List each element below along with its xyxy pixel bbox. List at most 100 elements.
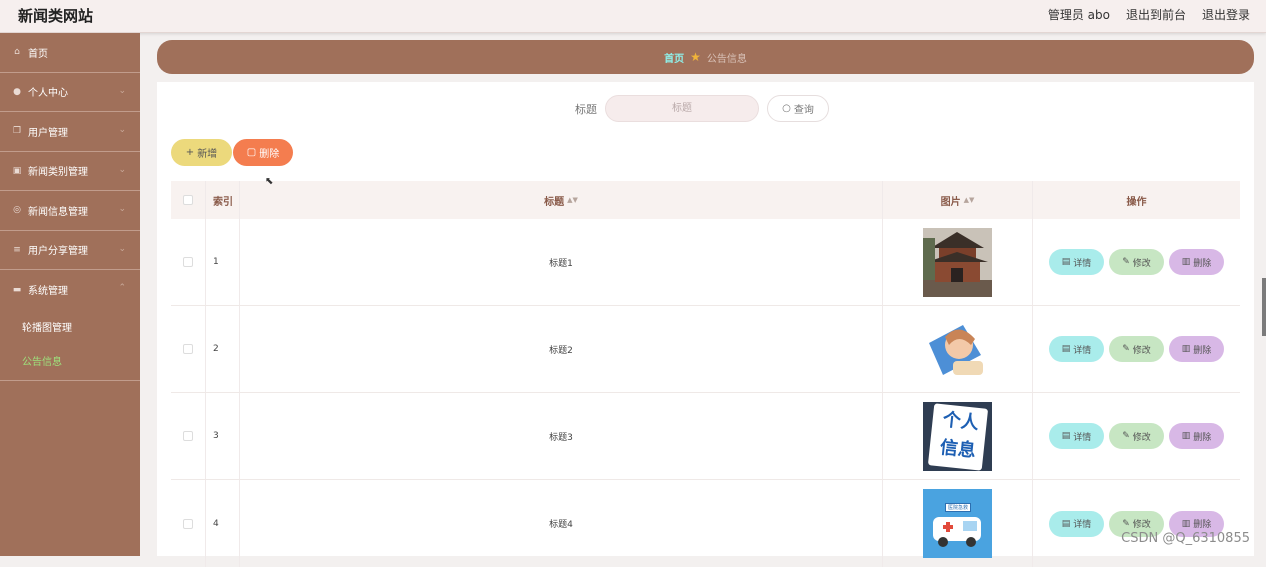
plus-icon: + [186, 147, 194, 158]
row-image-cell: 个人信息 [883, 393, 1033, 479]
detail-button[interactable]: ▤详情 [1049, 423, 1104, 449]
home-icon: ⌂ [12, 47, 22, 57]
detail-button[interactable]: ▤详情 [1049, 249, 1104, 275]
personal-info-image: 个人信息 [923, 402, 992, 471]
add-button-label: 新增 [197, 145, 217, 160]
row-checkbox[interactable] [183, 519, 193, 529]
row-ops: ▤详情 ✎修改 ▥删除 [1033, 306, 1240, 392]
header-title[interactable]: 标题 ▲▼ [240, 181, 883, 219]
watermark: CSDN @Q_6310855 [1121, 531, 1250, 546]
chevron-down-icon: ⌄ [118, 125, 126, 135]
row-checkbox[interactable] [183, 431, 193, 441]
sidebar-item-label: 新闻信息管理 [28, 203, 88, 218]
table-row: 1 标题1 ▤详情 ✎修改 [171, 219, 1240, 306]
edit-button[interactable]: ✎修改 [1109, 423, 1164, 449]
sidebar-item-profile[interactable]: ● 个人中心 ⌄ [0, 73, 140, 113]
trash-icon: ▥ [1182, 257, 1191, 267]
users-icon: ❐ [12, 126, 22, 136]
document-icon: ▤ [1062, 519, 1071, 529]
row-index: 3 [206, 393, 240, 479]
remove-button[interactable]: ▥删除 [1169, 249, 1224, 275]
sidebar-item-label: 个人中心 [28, 84, 68, 99]
delete-button[interactable]: ▢ 删除 [233, 139, 293, 166]
header-ops: 操作 [1033, 181, 1240, 219]
remove-label: 删除 [1193, 256, 1211, 269]
document-icon: ▤ [1062, 431, 1071, 441]
select-all-checkbox[interactable] [183, 195, 193, 205]
document-icon: ▤ [1062, 257, 1071, 267]
edit-label: 修改 [1133, 517, 1151, 530]
table-row: 2 标题2 ▤详情 ✎修改 ▥删除 [171, 306, 1240, 393]
row-title: 标题2 [240, 306, 883, 392]
logout-link[interactable]: 退出登录 [1202, 6, 1250, 23]
header-image[interactable]: 图片 ▲▼ [883, 181, 1033, 219]
admin-label: 管理员 abo [1048, 6, 1110, 23]
sleeping-person-image [923, 315, 992, 384]
document-icon: ▤ [1062, 344, 1071, 354]
sidebar-item-user-share[interactable]: ≡ 用户分享管理 ⌄ [0, 231, 140, 271]
personal-info-text: 个人信息 [930, 405, 988, 470]
trash-icon: ▥ [1182, 431, 1191, 441]
to-front-link[interactable]: 退出到前台 [1126, 6, 1186, 23]
sidebar-item-label: 首页 [28, 45, 48, 60]
row-image-cell [883, 219, 1033, 305]
chevron-down-icon: ⌄ [118, 86, 126, 96]
news-icon: ◎ [12, 205, 22, 215]
remove-button[interactable]: ▥删除 [1169, 336, 1224, 362]
edit-button[interactable]: ✎修改 [1109, 249, 1164, 275]
edit-label: 修改 [1133, 343, 1151, 356]
sort-icon[interactable]: ▲▼ [964, 196, 975, 204]
sidebar-item-home[interactable]: ⌂ 首页 [0, 33, 140, 73]
row-ops: ▤详情 ✎修改 ▥删除 [1033, 480, 1240, 567]
remove-label: 删除 [1193, 517, 1211, 530]
sidebar-item-users[interactable]: ❐ 用户管理 ⌄ [0, 112, 140, 152]
ambulance-sign: 医院急救 [945, 503, 971, 512]
mouse-cursor-icon: ⬉ [265, 176, 273, 187]
chevron-down-icon: ⌄ [118, 165, 126, 175]
pencil-icon: ✎ [1122, 344, 1130, 354]
category-icon: ▣ [12, 166, 22, 176]
search-button[interactable]: ○ 查询 [767, 95, 829, 122]
row-checkbox[interactable] [183, 344, 193, 354]
user-icon: ● [12, 87, 22, 97]
sidebar-item-label: 系统管理 [28, 282, 68, 297]
sidebar-item-label: 用户分享管理 [28, 242, 88, 257]
sidebar-item-news-category[interactable]: ▣ 新闻类别管理 ⌄ [0, 152, 140, 192]
sidebar-subitem-announcement[interactable]: 公告信息 [0, 344, 140, 378]
data-table: 索引 标题 ▲▼ 图片 ▲▼ 操作 1 标题1 [171, 181, 1240, 567]
row-check-cell [171, 393, 206, 479]
trash-icon: ▢ [247, 147, 256, 158]
row-index: 1 [206, 219, 240, 305]
row-check-cell [171, 480, 206, 567]
search-row: 标题 标题 ○ 查询 [575, 95, 829, 122]
add-button[interactable]: + 新增 [171, 139, 232, 166]
row-index: 2 [206, 306, 240, 392]
site-title: 新闻类网站 [18, 5, 93, 26]
row-index: 4 [206, 480, 240, 567]
edit-button[interactable]: ✎修改 [1109, 336, 1164, 362]
detail-button[interactable]: ▤详情 [1049, 511, 1104, 537]
pencil-icon: ✎ [1122, 519, 1130, 529]
breadcrumb-home[interactable]: 首页 [664, 50, 684, 65]
remove-button[interactable]: ▥删除 [1169, 423, 1224, 449]
system-icon: ▬ [12, 285, 22, 295]
search-button-label: 查询 [794, 101, 814, 116]
page-scrollbar[interactable] [1262, 278, 1266, 336]
row-image-cell: 医院急救 [883, 480, 1033, 567]
detail-label: 详情 [1073, 430, 1091, 443]
detail-button[interactable]: ▤详情 [1049, 336, 1104, 362]
sidebar-item-system[interactable]: ▬ 系统管理 ⌃ [0, 270, 140, 310]
search-input[interactable]: 标题 [605, 95, 759, 122]
chevron-down-icon: ⌄ [118, 204, 126, 214]
edit-label: 修改 [1133, 430, 1151, 443]
sidebar-subitem-carousel[interactable]: 轮播图管理 [0, 310, 140, 344]
chevron-up-icon: ⌃ [118, 283, 126, 293]
row-title: 标题1 [240, 219, 883, 305]
sort-icon[interactable]: ▲▼ [567, 196, 578, 204]
edit-label: 修改 [1133, 256, 1151, 269]
header-title-label: 标题 [544, 193, 564, 208]
detail-label: 详情 [1073, 256, 1091, 269]
row-checkbox[interactable] [183, 257, 193, 267]
row-check-cell [171, 219, 206, 305]
sidebar-item-news-info[interactable]: ◎ 新闻信息管理 ⌄ [0, 191, 140, 231]
